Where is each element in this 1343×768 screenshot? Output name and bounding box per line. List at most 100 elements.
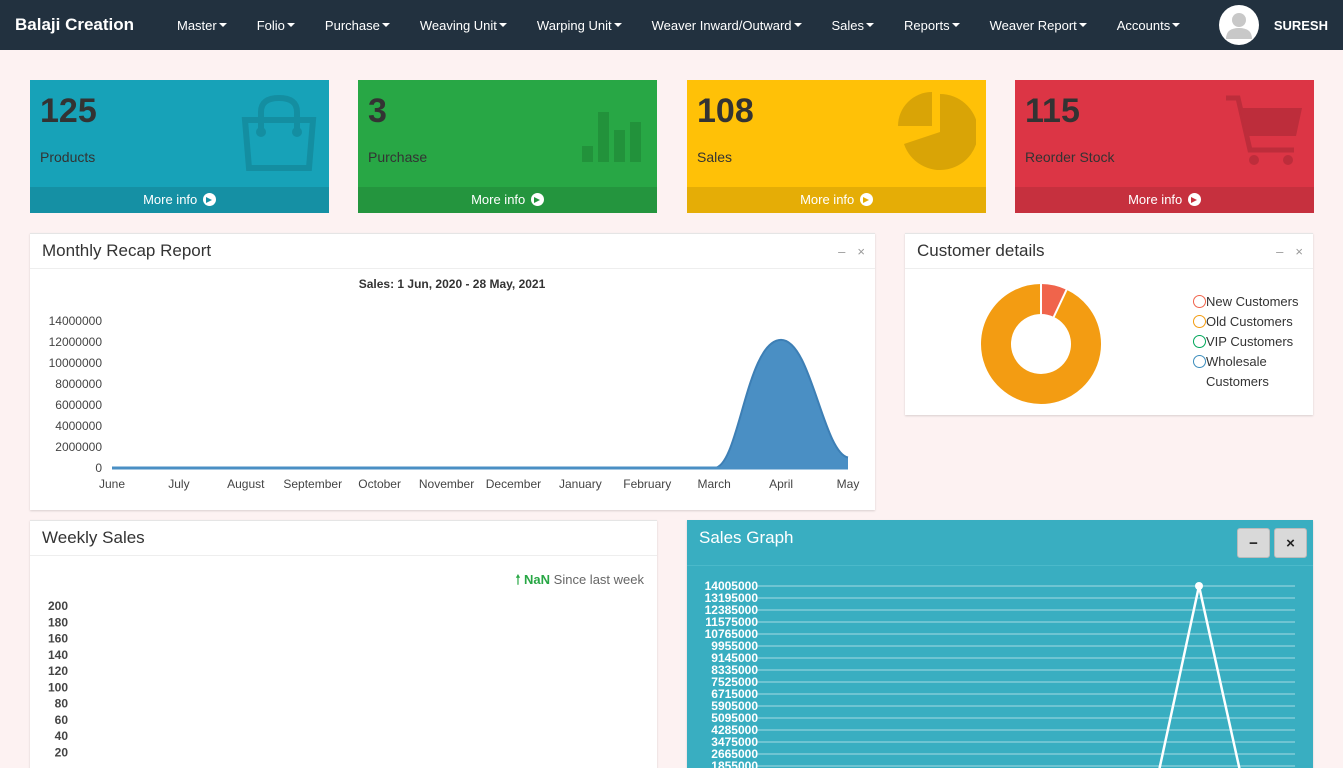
sales-line — [1158, 585, 1241, 768]
more-info-label: More info — [800, 192, 855, 207]
y-tick-label: 40 — [55, 729, 69, 743]
nav-item-purchase[interactable]: Purchase — [310, 0, 405, 50]
y-tick-label: 10000000 — [49, 356, 103, 370]
y-tick-label: 4000000 — [55, 419, 102, 433]
y-tick-label: 80 — [55, 697, 69, 711]
legend-label: Old Customers — [1206, 314, 1293, 329]
legend-item[interactable]: Wholesale Customers — [1193, 352, 1308, 392]
y-tick-label: 120 — [48, 664, 68, 678]
stat-label: Reorder Stock — [1025, 149, 1115, 165]
customer-details-panel: Customer details – × New Customers Old Cu… — [905, 233, 1313, 415]
area-series — [112, 339, 848, 468]
username[interactable]: SURESH — [1274, 18, 1328, 33]
y-tick-label: 8000000 — [55, 377, 102, 391]
x-tick-label: July — [168, 477, 189, 491]
caret-down-icon — [1078, 23, 1087, 27]
x-tick-label: March — [698, 477, 731, 491]
minimize-button[interactable]: − — [1237, 528, 1270, 558]
legend-item[interactable]: VIP Customers — [1193, 332, 1308, 352]
chart-title: Sales: 1 Jun, 2020 - 28 May, 2021 — [359, 277, 546, 291]
more-info-link[interactable]: More info — [30, 187, 329, 213]
legend-label: VIP Customers — [1206, 334, 1294, 349]
x-tick-label: August — [227, 477, 265, 491]
brand-logo[interactable]: Balaji Creation — [15, 15, 162, 35]
panel-title: Sales Graph — [699, 528, 794, 547]
y-tick-label: 160 — [48, 632, 68, 646]
nav-menu: Master Folio Purchase Weaving Unit Warping U… — [162, 0, 1195, 50]
more-info-link[interactable]: More info — [358, 187, 657, 213]
caret-down-icon — [613, 23, 622, 27]
avatar[interactable] — [1218, 5, 1259, 45]
y-tick-label: 60 — [55, 713, 69, 727]
legend-marker — [1193, 295, 1206, 308]
minimize-icon[interactable]: – — [838, 244, 845, 259]
nav-item-label: Purchase — [324, 17, 380, 33]
nav-item-label: Weaver Inward/Outward — [651, 17, 792, 33]
legend-label: New Customers — [1206, 294, 1299, 309]
x-tick-label: January — [559, 477, 602, 491]
more-info-link[interactable]: More info — [1015, 187, 1314, 213]
minimize-icon[interactable]: – — [1276, 244, 1283, 259]
y-tick-label: 140 — [48, 648, 68, 662]
customer-legend: New Customers Old Customers VIP Customers W… — [1193, 292, 1308, 392]
legend-marker — [1193, 315, 1206, 328]
nav-item-master[interactable]: Master — [162, 0, 242, 50]
stat-label: Purchase — [368, 149, 428, 165]
caret-down-icon — [951, 23, 960, 27]
stat-value: 115 — [1025, 92, 1080, 130]
weekly-change: 🠑 NaN Since last week — [516, 571, 644, 593]
pie-chart-icon — [896, 92, 979, 177]
nav-item-weaving-unit[interactable]: Weaving Unit — [405, 0, 522, 50]
more-info-label: More info — [143, 192, 198, 207]
nav-item-label: Folio — [256, 17, 285, 33]
x-tick-label: May — [837, 477, 860, 491]
legend-item[interactable]: Old Customers — [1193, 312, 1308, 332]
nav-item-label: Accounts — [1116, 17, 1171, 33]
weekly-sales-chart: 200 180 160 140 120 100 80 60 40 20 — [48, 599, 69, 759]
close-icon[interactable]: × — [857, 244, 865, 259]
close-button[interactable]: × — [1274, 528, 1307, 558]
legend-marker — [1193, 335, 1206, 348]
more-info-label: More info — [471, 192, 526, 207]
nav-item-sales[interactable]: Sales — [817, 0, 890, 50]
caret-down-icon — [1172, 23, 1181, 27]
nav-item-label: Sales — [831, 17, 865, 33]
more-info-label: More info — [1128, 192, 1183, 207]
nav-item-weaver-report[interactable]: Weaver Report — [975, 0, 1102, 50]
y-tick-label: 20 — [55, 745, 69, 759]
nav-item-weaver-inward-outward[interactable]: Weaver Inward/Outward — [637, 0, 817, 50]
more-info-link[interactable]: More info — [687, 187, 986, 213]
stat-label: Sales — [697, 149, 733, 165]
arrow-circle-right-icon — [1187, 193, 1201, 206]
nav-item-reports[interactable]: Reports — [889, 0, 975, 50]
nav-item-label: Warping Unit — [536, 17, 612, 33]
nav-item-folio[interactable]: Folio — [242, 0, 310, 50]
x-tick-label: February — [623, 477, 671, 491]
sales-graph-panel: Sales Graph − × 14005000 13195000 12385000… — [687, 520, 1313, 768]
x-tick-label: October — [358, 477, 401, 491]
nav-item-warping-unit[interactable]: Warping Unit — [522, 0, 637, 50]
weekly-sales-panel: Weekly Sales 🠑 NaN Since last week 200 18… — [30, 520, 657, 768]
caret-down-icon — [381, 23, 390, 27]
user-menu[interactable]: SURESH — [1218, 0, 1343, 50]
legend-marker — [1193, 355, 1206, 368]
stat-value: 108 — [697, 92, 754, 130]
x-tick-label: June — [99, 477, 125, 491]
y-tick-label: 180 — [48, 615, 68, 629]
cart-icon — [1224, 92, 1304, 177]
caret-down-icon — [498, 23, 507, 27]
legend-item[interactable]: New Customers — [1193, 292, 1308, 312]
customer-donut-chart — [981, 283, 1101, 404]
panel-title: Monthly Recap Report — [42, 241, 212, 260]
panel-title: Customer details — [917, 241, 1045, 260]
stat-box-reorder-stock: 115 Reorder Stock More info — [1015, 80, 1314, 213]
arrow-circle-right-icon — [530, 193, 544, 206]
close-icon[interactable]: × — [1295, 244, 1303, 259]
nav-item-label: Reports — [904, 17, 950, 33]
y-tick-label: 14000000 — [49, 314, 103, 328]
donut-slice — [1040, 284, 1067, 318]
user-avatar-icon — [1225, 13, 1252, 39]
nav-item-accounts[interactable]: Accounts — [1102, 0, 1195, 50]
data-point — [1195, 582, 1203, 590]
y-tick-label: 12000000 — [49, 335, 103, 349]
